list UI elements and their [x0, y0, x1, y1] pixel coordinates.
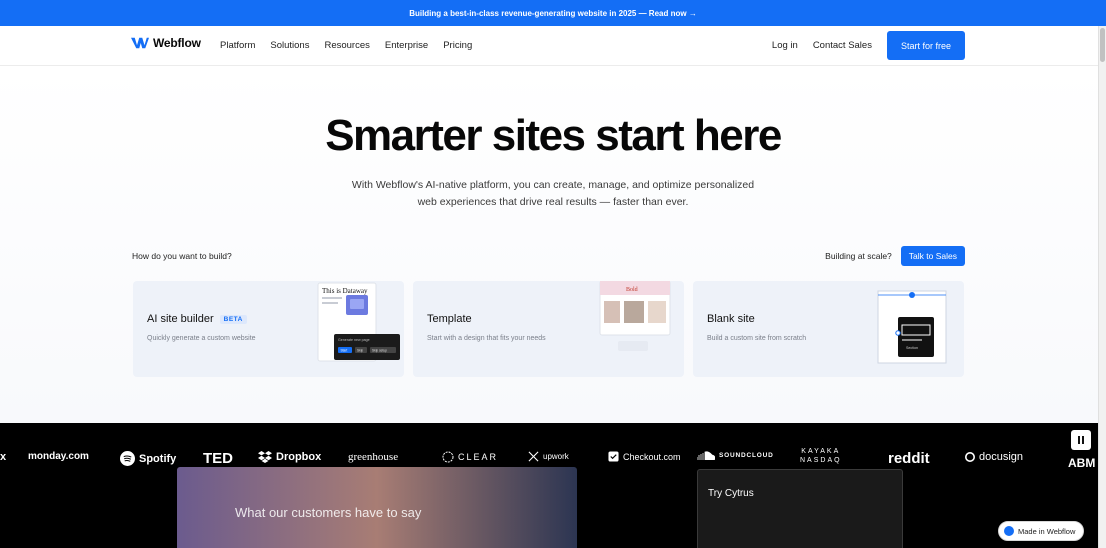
- made-in-webflow-badge[interactable]: Made in Webflow: [998, 521, 1085, 541]
- logo-spotify-text: Spotify: [139, 452, 177, 465]
- spotify-icon: [120, 451, 135, 466]
- top-navigation: Webflow Platform Solutions Resources Ent…: [0, 26, 1106, 66]
- try-cytrus-title: Try Cytrus: [708, 488, 754, 499]
- logo-soundcloud: SOUNDCLOUD: [697, 451, 774, 460]
- ai-site-builder-title: AI site builder BETA: [147, 313, 247, 325]
- page-scrollbar[interactable]: [1098, 26, 1106, 548]
- pause-carousel-button[interactable]: [1071, 430, 1091, 450]
- card-title-text: Template: [427, 313, 472, 325]
- logo-docusign: docusign: [965, 451, 1023, 463]
- card-description: Start with a design that fits your needs: [427, 335, 546, 342]
- ai-preview-prompt: Generate new page: [338, 338, 370, 342]
- ai-preview-start: Start: [341, 349, 348, 353]
- logo-greenhouse: greenhouse: [348, 451, 399, 463]
- template-preview-illustration: Bold: [599, 281, 671, 351]
- ai-preview-skip-setup: Skip setup: [372, 349, 387, 353]
- blank-site-preview-illustration: Section: [877, 290, 947, 364]
- clear-icon: [442, 451, 454, 463]
- primary-nav-links: Platform Solutions Resources Enterprise …: [220, 40, 472, 51]
- nav-link-enterprise[interactable]: Enterprise: [385, 40, 428, 51]
- logo-monday: monday.com: [28, 451, 89, 462]
- blank-site-card[interactable]: Blank site Build a custom site from scra…: [693, 281, 964, 377]
- announcement-text[interactable]: Building a best-in-class revenue-generat…: [409, 9, 697, 18]
- ai-preview-heading: This is Dataway: [322, 287, 368, 295]
- build-question: How do you want to build?: [132, 251, 232, 261]
- logo-abm: ABM: [1068, 456, 1096, 470]
- logo-ted: TED: [203, 450, 233, 467]
- webflow-logo[interactable]: Webflow: [131, 36, 201, 50]
- ai-builder-preview-illustration: This is Dataway Generate new page Start …: [317, 282, 400, 362]
- soundcloud-icon: [697, 451, 715, 460]
- made-in-webflow-text: Made in Webflow: [1018, 526, 1076, 536]
- scrollbar-thumb[interactable]: [1100, 28, 1105, 62]
- contact-sales-link[interactable]: Contact Sales: [813, 40, 872, 51]
- card-title-text: AI site builder: [147, 313, 214, 325]
- ai-preview-skip: Skip: [357, 349, 363, 353]
- logo-x: x: [0, 451, 7, 463]
- logo-kayak-text: KAYAKA: [801, 448, 841, 455]
- webflow-logo-icon: [131, 37, 149, 49]
- logo-clear-text: CLEAR: [458, 452, 499, 462]
- nav-link-pricing[interactable]: Pricing: [443, 40, 472, 51]
- logo-nasdaq-text: NASDAQ: [800, 457, 842, 464]
- blank-preview-label: Section: [906, 346, 918, 350]
- logo-upwork: upwork: [528, 451, 569, 462]
- start-for-free-button[interactable]: Start for free: [886, 31, 965, 60]
- customer-logos-strip: Try Cytrus What our customers have to sa…: [0, 423, 1098, 548]
- scale-row: Building at scale? Talk to Sales: [825, 246, 965, 266]
- logo-docusign-text: docusign: [979, 451, 1024, 463]
- nav-link-platform[interactable]: Platform: [220, 40, 255, 51]
- nav-link-resources[interactable]: Resources: [324, 40, 369, 51]
- talk-to-sales-button[interactable]: Talk to Sales: [900, 246, 965, 266]
- ai-site-builder-card[interactable]: AI site builder BETA Quickly generate a …: [133, 281, 404, 377]
- pause-icon-bar: [1078, 436, 1080, 444]
- logo-checkout: Checkout.com: [608, 451, 681, 462]
- pause-icon-bar: [1082, 436, 1084, 444]
- nav-actions: Log in Contact Sales Start for free: [772, 31, 965, 60]
- customer-video-caption: What our customers have to say: [235, 505, 422, 520]
- logo-clear: CLEAR: [442, 451, 498, 463]
- template-preview-label: Bold: [626, 287, 638, 293]
- login-link[interactable]: Log in: [772, 40, 798, 51]
- card-description: Quickly generate a custom website: [147, 335, 256, 342]
- logo-spotify: Spotify: [120, 451, 176, 466]
- product-preview-panel: Try Cytrus: [697, 469, 903, 548]
- checkout-icon: [608, 451, 619, 462]
- webflow-badge-icon: [1004, 526, 1014, 536]
- logo-soundcloud-text: SOUNDCLOUD: [719, 452, 774, 459]
- announcement-banner[interactable]: Building a best-in-class revenue-generat…: [0, 0, 1106, 26]
- logo-dropbox: Dropbox: [258, 451, 321, 463]
- docusign-icon: [965, 452, 975, 462]
- logo-checkout-text: Checkout.com: [623, 451, 681, 462]
- logo-upwork-text: upwork: [543, 452, 569, 461]
- hero-title: Smarter sites start here: [325, 111, 782, 160]
- logo-dropbox-text: Dropbox: [276, 451, 322, 463]
- card-description: Build a custom site from scratch: [707, 335, 807, 342]
- card-title-text: Blank site: [707, 313, 755, 325]
- nav-link-solutions[interactable]: Solutions: [270, 40, 309, 51]
- brand-name: Webflow: [153, 36, 201, 50]
- dropbox-icon: [258, 451, 272, 463]
- upwork-icon: [528, 451, 539, 462]
- template-card[interactable]: Template Start with a design that fits y…: [413, 281, 684, 377]
- scale-question: Building at scale?: [825, 251, 892, 261]
- logo-nasdaq-kayak: KAYAKA NASDAQ: [800, 447, 842, 465]
- logo-reddit: reddit: [888, 450, 930, 467]
- hero-section: Smarter sites start here With Webflow's …: [0, 67, 1106, 423]
- beta-badge: BETA: [219, 314, 247, 324]
- template-title: Template: [427, 313, 472, 325]
- blank-site-title: Blank site: [707, 313, 755, 325]
- hero-subtitle: With Webflow's AI-native platform, you c…: [351, 179, 755, 208]
